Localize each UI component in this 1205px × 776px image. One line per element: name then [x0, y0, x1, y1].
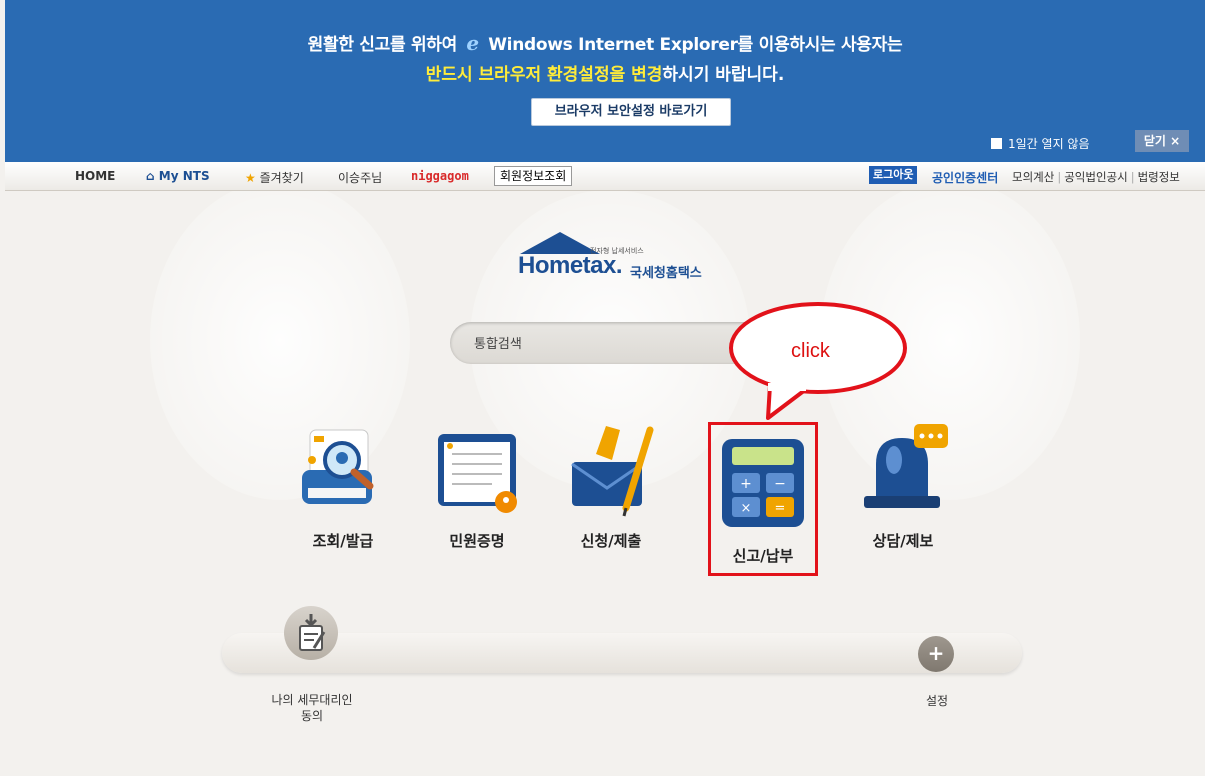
- menu-inquiry-issue[interactable]: 조회/발급: [288, 420, 398, 551]
- download-document-icon: [299, 614, 326, 651]
- menu-label: 신고/납부: [732, 547, 794, 565]
- tax-agent-consent-label: 나의 세무대리인 동의: [262, 692, 362, 724]
- svg-text:×: ×: [741, 501, 752, 516]
- envelope-pencil-icon: [566, 420, 656, 520]
- svg-text:=: =: [775, 501, 786, 516]
- siren-chat-icon: [858, 420, 948, 520]
- menu-report-payment[interactable]: + − × = 신고/납부: [708, 422, 818, 576]
- tax-agent-label-line1: 나의 세무대리인: [271, 693, 353, 707]
- svg-text:+: +: [740, 476, 752, 492]
- click-callout-text: click: [791, 340, 830, 362]
- menu-civil-certificate[interactable]: 민원증명: [422, 420, 532, 551]
- tax-agent-label-line2: 동의: [300, 709, 324, 723]
- quick-shelf: [222, 633, 1022, 673]
- settings-plus-button[interactable]: +: [918, 636, 954, 672]
- menu-label: 상담/제보: [872, 532, 934, 550]
- menu-label: 신청/제출: [580, 532, 642, 550]
- calculator-icon: + − × =: [718, 435, 808, 535]
- menu-consult-report[interactable]: 상담/제보: [848, 420, 958, 551]
- svg-text:−: −: [774, 476, 786, 492]
- magnifier-document-icon: [298, 420, 388, 520]
- menu-label: 민원증명: [449, 532, 505, 550]
- settings-label: 설정: [925, 694, 949, 708]
- menu-label: 조회/발급: [312, 532, 374, 550]
- certificate-document-icon: [432, 420, 522, 520]
- tax-agent-consent-button[interactable]: [284, 606, 338, 660]
- menu-apply-submit[interactable]: 신청/제출: [556, 420, 666, 551]
